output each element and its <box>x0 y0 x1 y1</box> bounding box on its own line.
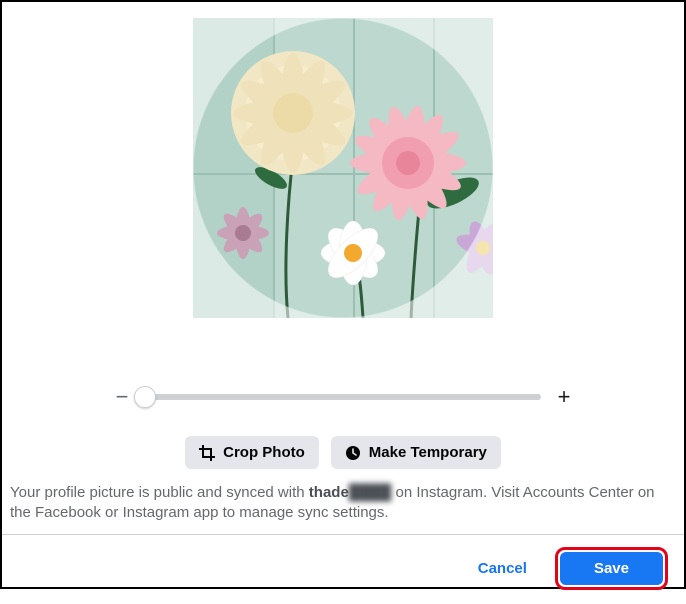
make-temporary-label: Make Temporary <box>369 444 487 461</box>
zoom-in-icon[interactable]: + <box>555 386 573 408</box>
crop-icon <box>199 445 215 461</box>
crop-photo-label: Crop Photo <box>223 444 305 461</box>
save-highlight: Save <box>555 547 668 590</box>
preview-image <box>193 18 493 318</box>
image-crop-preview[interactable] <box>193 18 493 318</box>
cancel-button[interactable]: Cancel <box>466 552 539 585</box>
save-button[interactable]: Save <box>560 552 663 585</box>
make-temporary-button[interactable]: Make Temporary <box>331 436 501 469</box>
desc-prefix: Your profile picture is public and synce… <box>10 484 309 501</box>
profile-picture-editor: − + Crop Photo Make Temporary Your profi… <box>0 0 686 589</box>
crop-photo-button[interactable]: Crop Photo <box>185 436 319 469</box>
dialog-footer: Cancel Save <box>2 535 684 604</box>
synced-username: thade████ <box>309 484 392 501</box>
main-area: − + Crop Photo Make Temporary Your profi… <box>2 2 684 535</box>
zoom-slider[interactable] <box>145 394 541 400</box>
clock-icon <box>345 445 361 461</box>
zoom-slider-thumb[interactable] <box>134 386 156 408</box>
action-row: Crop Photo Make Temporary <box>185 436 501 469</box>
zoom-slider-row: − + <box>113 386 573 408</box>
sync-description: Your profile picture is public and synce… <box>2 469 684 535</box>
zoom-out-icon[interactable]: − <box>113 386 131 408</box>
